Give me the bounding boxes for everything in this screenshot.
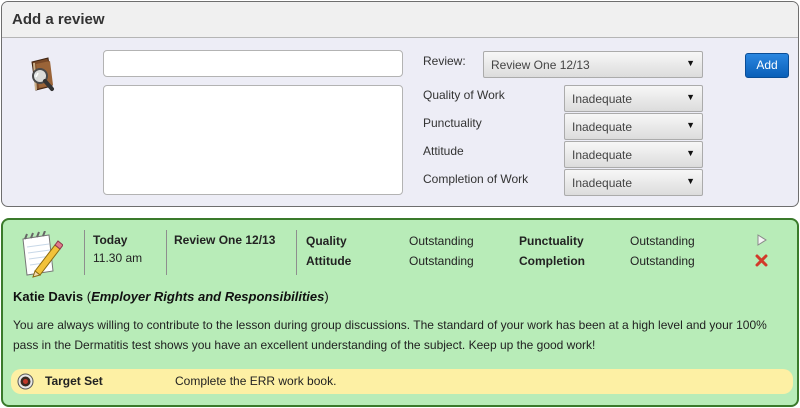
chevron-down-icon: ▼ — [686, 92, 695, 102]
rating-value-attitude: Outstanding — [409, 254, 474, 268]
review-card: Today 11.30 am Review One 12/13 Quality … — [1, 218, 799, 407]
column-divider — [296, 230, 297, 275]
delete-x-icon[interactable] — [755, 254, 768, 267]
target-set-label: Target Set — [45, 374, 103, 388]
column-divider — [166, 230, 167, 275]
rating-value-quality: Outstanding — [409, 234, 474, 248]
criterion-select-punctuality[interactable]: Inadequate ▼ — [564, 113, 703, 140]
review-comment-textarea[interactable] — [103, 85, 403, 195]
review-time: 11.30 am — [93, 251, 143, 265]
review-date: Today — [93, 233, 128, 247]
review-author-line: Katie Davis (Employer Rights and Respons… — [13, 289, 329, 304]
criterion-label-punctuality: Punctuality — [423, 116, 482, 130]
criterion-select-value: Inadequate — [572, 148, 633, 162]
criterion-label-attitude: Attitude — [423, 144, 464, 158]
rating-label-quality: Quality — [306, 234, 347, 248]
add-review-title: Add a review — [2, 2, 798, 38]
rating-label-punctuality: Punctuality — [519, 234, 584, 248]
add-review-panel: Add a review Review: Review One 12/13 ▼ … — [1, 1, 799, 207]
notepad-pencil-icon — [19, 230, 64, 279]
course-name: Employer Rights and Responsibilities — [91, 289, 325, 304]
course-close-paren: ) — [324, 289, 329, 304]
review-book-magnifier-icon — [26, 56, 64, 98]
chevron-down-icon: ▼ — [686, 176, 695, 186]
review-select[interactable]: Review One 12/13 ▼ — [483, 51, 703, 78]
chevron-down-icon: ▼ — [686, 148, 695, 158]
author-name: Katie Davis — [13, 289, 84, 304]
criterion-select-value: Inadequate — [572, 92, 633, 106]
chevron-down-icon: ▼ — [686, 120, 695, 130]
column-divider — [84, 230, 85, 275]
review-body-text: You are always willing to contribute to … — [13, 318, 767, 352]
criterion-select-completion-of-work[interactable]: Inadequate ▼ — [564, 169, 703, 196]
criterion-label-quality-of-work: Quality of Work — [423, 88, 505, 102]
review-title-input[interactable] — [103, 50, 403, 77]
target-set-bar: Target Set Complete the ERR work book. — [11, 369, 793, 394]
criterion-select-quality-of-work[interactable]: Inadequate ▼ — [564, 85, 703, 112]
review-label: Review: — [423, 54, 466, 68]
criterion-label-completion-of-work: Completion of Work — [423, 172, 529, 186]
criterion-select-attitude[interactable]: Inadequate ▼ — [564, 141, 703, 168]
rating-value-punctuality: Outstanding — [630, 234, 695, 248]
chevron-down-icon: ▼ — [686, 58, 695, 68]
play-icon[interactable] — [756, 234, 768, 246]
criterion-select-value: Inadequate — [572, 176, 633, 190]
criterion-select-value: Inadequate — [572, 120, 633, 134]
target-icon — [17, 373, 34, 390]
rating-label-completion: Completion — [519, 254, 585, 268]
rating-value-completion: Outstanding — [630, 254, 695, 268]
review-select-value: Review One 12/13 — [491, 58, 590, 72]
target-set-text: Complete the ERR work book. — [175, 374, 337, 388]
review-name: Review One 12/13 — [174, 233, 276, 247]
add-button[interactable]: Add — [745, 53, 789, 78]
rating-label-attitude: Attitude — [306, 254, 352, 268]
